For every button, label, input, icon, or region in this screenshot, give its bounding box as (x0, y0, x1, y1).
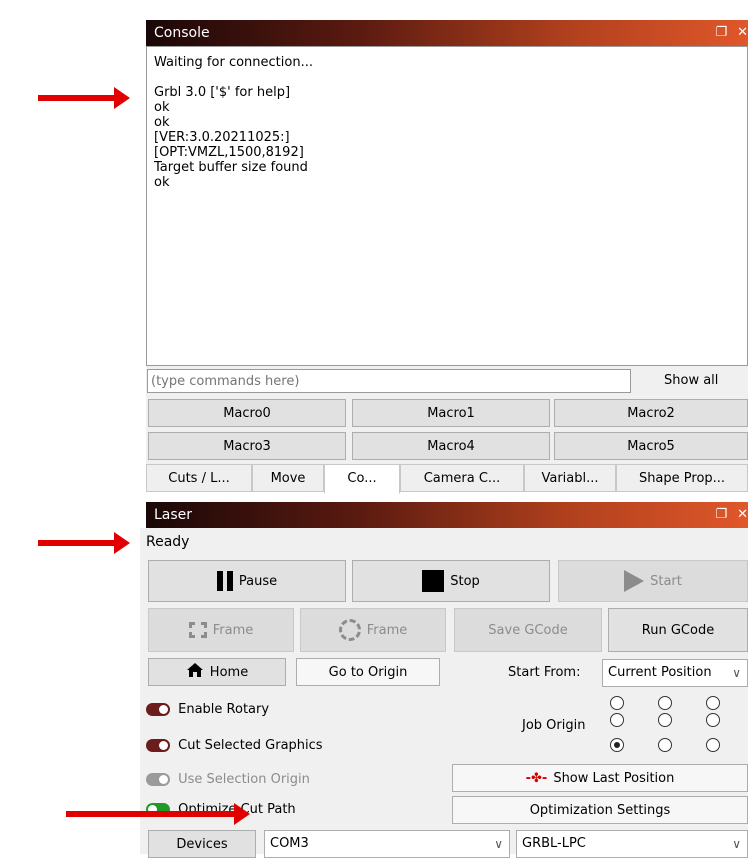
pause-icon (216, 571, 233, 591)
macro4-button[interactable]: Macro4 (352, 432, 550, 460)
job-origin-top-right[interactable] (706, 696, 720, 710)
job-origin-bottom-left[interactable] (610, 738, 624, 752)
frame2-label: Frame (366, 622, 408, 638)
crosshair-icon: -✤- (525, 770, 548, 786)
show-last-position-button[interactable]: -✤- Show Last Position (452, 764, 748, 792)
tab-shape-properties[interactable]: Shape Prop... (616, 464, 748, 492)
show-all-control[interactable]: Show all (664, 369, 748, 411)
console-titlebar: Console ❐ ✕ (146, 20, 748, 46)
run-gcode-button[interactable]: Run GCode (608, 608, 748, 652)
optimization-settings-button[interactable]: Optimization Settings (452, 796, 748, 824)
tab-console[interactable]: Co... (324, 464, 400, 494)
stop-button[interactable]: Stop (352, 560, 550, 602)
go-to-origin-button[interactable]: Go to Origin (296, 658, 440, 686)
console-line: [OPT:VMZL,1500,8192] (154, 145, 304, 160)
play-icon (624, 570, 645, 592)
laser-status: Ready (146, 534, 190, 550)
console-line: Waiting for connection... (154, 55, 313, 70)
console-output: Waiting for connection... Grbl 3.0 ['$' … (146, 46, 748, 366)
annotation-arrow-icon (38, 532, 130, 554)
frame-rect-button[interactable]: Frame (148, 608, 294, 652)
use-selection-origin-label: Use Selection Origin (178, 772, 310, 787)
job-origin-middle-center[interactable] (658, 713, 672, 727)
enable-rotary-toggle[interactable] (146, 703, 170, 716)
macro1-button[interactable]: Macro1 (352, 399, 550, 427)
job-origin-top-left[interactable] (610, 696, 624, 710)
close-icon[interactable]: ✕ (737, 507, 748, 522)
chevron-down-icon: ∨ (494, 837, 503, 851)
console-line: Grbl 3.0 ['$' for help] (154, 85, 291, 100)
macro3-button[interactable]: Macro3 (148, 432, 346, 460)
float-window-icon[interactable]: ❐ (715, 25, 727, 40)
macro0-button[interactable]: Macro0 (148, 399, 346, 427)
use-selection-origin-toggle[interactable] (146, 773, 170, 786)
macro5-button[interactable]: Macro5 (554, 432, 748, 460)
port-value: COM3 (270, 836, 309, 851)
annotation-arrow-icon (66, 803, 250, 825)
cut-selected-row[interactable]: Cut Selected Graphics (146, 738, 323, 753)
frame-label: Frame (212, 622, 254, 638)
chevron-down-icon: ∨ (732, 837, 741, 851)
tab-move[interactable]: Move (252, 464, 324, 492)
job-origin-middle-left[interactable] (610, 713, 624, 727)
start-button[interactable]: Start (558, 560, 748, 602)
pause-button[interactable]: Pause (148, 560, 346, 602)
frame-circle-button[interactable]: Frame (300, 608, 446, 652)
command-input[interactable] (147, 369, 631, 393)
console-line: Target buffer size found (154, 160, 308, 175)
job-origin-top-center[interactable] (658, 696, 672, 710)
stop-icon (422, 570, 445, 592)
job-origin-bottom-center[interactable] (658, 738, 672, 752)
enable-rotary-label: Enable Rotary (178, 702, 270, 717)
console-title: Console (154, 25, 210, 41)
use-selection-origin-row[interactable]: Use Selection Origin (146, 772, 310, 787)
stop-label: Stop (450, 573, 480, 589)
start-from-select[interactable]: Current Position ∨ (602, 659, 748, 687)
pause-label: Pause (238, 573, 278, 589)
laser-titlebar: Laser ❐ ✕ (146, 502, 748, 528)
tab-variable-text[interactable]: Variabl... (524, 464, 616, 492)
show-last-position-label: Show Last Position (553, 770, 675, 786)
laser-title: Laser (154, 507, 193, 523)
enable-rotary-row[interactable]: Enable Rotary (146, 702, 269, 717)
home-label: Home (209, 664, 249, 680)
macro2-button[interactable]: Macro2 (554, 399, 748, 427)
tab-camera-control[interactable]: Camera C... (400, 464, 524, 492)
job-origin-middle-right[interactable] (706, 713, 720, 727)
job-origin-bottom-right[interactable] (706, 738, 720, 752)
home-button[interactable]: Home (148, 658, 286, 686)
device-value: GRBL-LPC (522, 836, 586, 851)
cut-selected-label: Cut Selected Graphics (178, 738, 323, 753)
save-gcode-button[interactable]: Save GCode (454, 608, 602, 652)
cut-selected-toggle[interactable] (146, 739, 170, 752)
frame-circle-icon (338, 619, 361, 641)
close-icon[interactable]: ✕ (737, 25, 748, 40)
start-from-value: Current Position (608, 665, 712, 680)
console-line: ok (154, 115, 170, 130)
chevron-down-icon: ∨ (732, 666, 741, 680)
float-window-icon[interactable]: ❐ (715, 507, 727, 522)
tab-cuts-layers[interactable]: Cuts / L... (146, 464, 252, 492)
job-origin-label: Job Origin (522, 718, 586, 733)
show-all-label: Show all (664, 373, 719, 388)
home-icon (186, 662, 204, 682)
annotation-arrow-icon (38, 87, 130, 109)
console-line: ok (154, 100, 170, 115)
frame-rect-icon (188, 622, 207, 638)
start-label: Start (650, 573, 682, 589)
console-line: ok (154, 175, 170, 190)
console-line: [VER:3.0.20211025:] (154, 130, 290, 145)
start-from-label: Start From: (508, 665, 581, 680)
